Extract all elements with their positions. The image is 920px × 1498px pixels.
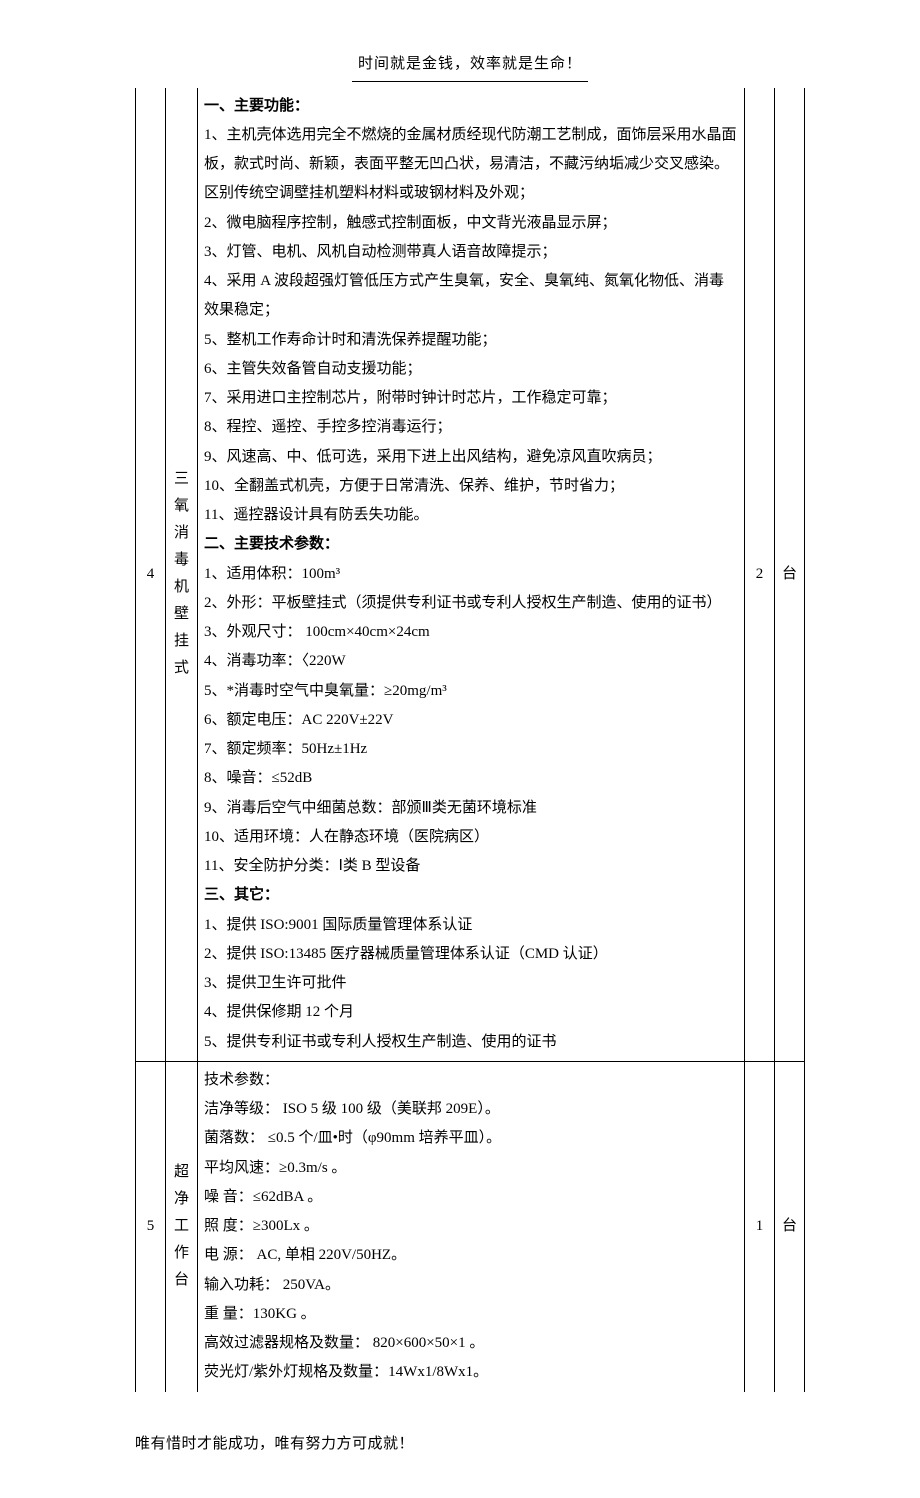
desc-line: 4、提供保修期 12 个月 <box>204 998 738 1027</box>
row-description: 一、主要功能：1、主机壳体选用完全不燃烧的金属材质经现代防潮工艺制成，面饰层采用… <box>198 88 745 1062</box>
row-index: 5 <box>136 1061 166 1391</box>
desc-line: 平均风速：≥0.3m/s 。 <box>204 1154 738 1183</box>
desc-line: 1、适用体积：100m³ <box>204 560 738 589</box>
desc-line: 4、消毒功率：〈220W <box>204 647 738 676</box>
row-qty: 1 <box>745 1061 775 1391</box>
desc-line: 2、外形：平板壁挂式（须提供专利证书或专利人授权生产制造、使用的证书） <box>204 589 738 618</box>
header-text: 时间就是金钱，效率就是生命！ <box>352 50 588 82</box>
row-unit: 台 <box>775 1061 805 1391</box>
desc-line: 9、风速高、中、低可选，采用下进上出风结构，避免凉风直吹病员； <box>204 443 738 472</box>
desc-line: 7、采用进口主控制芯片，附带时钟计时芯片，工作稳定可靠； <box>204 384 738 413</box>
desc-line: 10、适用环境：人在静态环境（医院病区） <box>204 823 738 852</box>
desc-line: 洁净等级： ISO 5 级 100 级（美联邦 209E）。 <box>204 1095 738 1124</box>
document-page: 时间就是金钱，效率就是生命！ 4三氧消毒机壁挂式一、主要功能：1、主机壳体选用完… <box>0 0 920 1498</box>
desc-line: 5、*消毒时空气中臭氧量：≥20mg/m³ <box>204 677 738 706</box>
desc-line: 6、主管失效备管自动支援功能； <box>204 355 738 384</box>
desc-line: 10、全翻盖式机壳，方便于日常清洗、保养、维护，节时省力； <box>204 472 738 501</box>
desc-line: 3、外观尺寸： 100cm×40cm×24cm <box>204 618 738 647</box>
desc-line: 3、提供卫生许可批件 <box>204 969 738 998</box>
desc-line: 11、遥控器设计具有防丢失功能。 <box>204 501 738 530</box>
desc-line: 重 量：130KG 。 <box>204 1300 738 1329</box>
spec-table: 4三氧消毒机壁挂式一、主要功能：1、主机壳体选用完全不燃烧的金属材质经现代防潮工… <box>135 88 805 1392</box>
desc-line: 1、主机壳体选用完全不燃烧的金属材质经现代防潮工艺制成，面饰层采用水晶面板，款式… <box>204 121 738 209</box>
desc-line: 7、额定频率：50Hz±1Hz <box>204 735 738 764</box>
row-name: 超净工作台 <box>166 1061 198 1391</box>
desc-line: 输入功耗： 250VA。 <box>204 1271 738 1300</box>
desc-line: 三、其它： <box>204 881 738 910</box>
desc-line: 8、噪音：≤52dB <box>204 764 738 793</box>
desc-line: 电 源： AC, 单相 220V/50HZ。 <box>204 1241 738 1270</box>
desc-line: 5、提供专利证书或专利人授权生产制造、使用的证书 <box>204 1028 738 1057</box>
desc-line: 5、整机工作寿命计时和清洗保养提醒功能； <box>204 326 738 355</box>
desc-line: 噪 音：≤62dBA 。 <box>204 1183 738 1212</box>
desc-line: 一、主要功能： <box>204 92 738 121</box>
desc-line: 照 度：≥300Lx 。 <box>204 1212 738 1241</box>
desc-line: 高效过滤器规格及数量： 820×600×50×1 。 <box>204 1329 738 1358</box>
desc-line: 荧光灯/紫外灯规格及数量：14Wx1/8Wx1。 <box>204 1358 738 1387</box>
desc-line: 1、提供 ISO:9001 国际质量管理体系认证 <box>204 911 738 940</box>
desc-line: 9、消毒后空气中细菌总数：部颁Ⅲ类无菌环境标准 <box>204 794 738 823</box>
desc-line: 3、灯管、电机、风机自动检测带真人语音故障提示； <box>204 238 738 267</box>
desc-line: 技术参数： <box>204 1066 738 1095</box>
desc-line: 8、程控、遥控、手控多控消毒运行； <box>204 413 738 442</box>
page-header: 时间就是金钱，效率就是生命！ <box>135 50 805 82</box>
desc-line: 二、主要技术参数： <box>204 530 738 559</box>
desc-line: 4、采用 A 波段超强灯管低压方式产生臭氧，安全、臭氧纯、氮氧化物低、消毒效果稳… <box>204 267 738 326</box>
table-row: 5超净工作台技术参数：洁净等级： ISO 5 级 100 级（美联邦 209E）… <box>136 1061 805 1391</box>
row-description: 技术参数：洁净等级： ISO 5 级 100 级（美联邦 209E）。菌落数： … <box>198 1061 745 1391</box>
page-footer: 唯有惜时才能成功，唯有努力方可成就！ <box>135 1430 805 1459</box>
table-row: 4三氧消毒机壁挂式一、主要功能：1、主机壳体选用完全不燃烧的金属材质经现代防潮工… <box>136 88 805 1062</box>
desc-line: 6、额定电压：AC 220V±22V <box>204 706 738 735</box>
row-unit: 台 <box>775 88 805 1062</box>
row-index: 4 <box>136 88 166 1062</box>
row-qty: 2 <box>745 88 775 1062</box>
desc-line: 2、提供 ISO:13485 医疗器械质量管理体系认证（CMD 认证） <box>204 940 738 969</box>
desc-line: 11、安全防护分类：Ⅰ类 B 型设备 <box>204 852 738 881</box>
row-name: 三氧消毒机壁挂式 <box>166 88 198 1062</box>
desc-line: 2、微电脑程序控制，触感式控制面板，中文背光液晶显示屏； <box>204 209 738 238</box>
desc-line: 菌落数： ≤0.5 个/皿•时（φ90mm 培养平皿）。 <box>204 1124 738 1153</box>
